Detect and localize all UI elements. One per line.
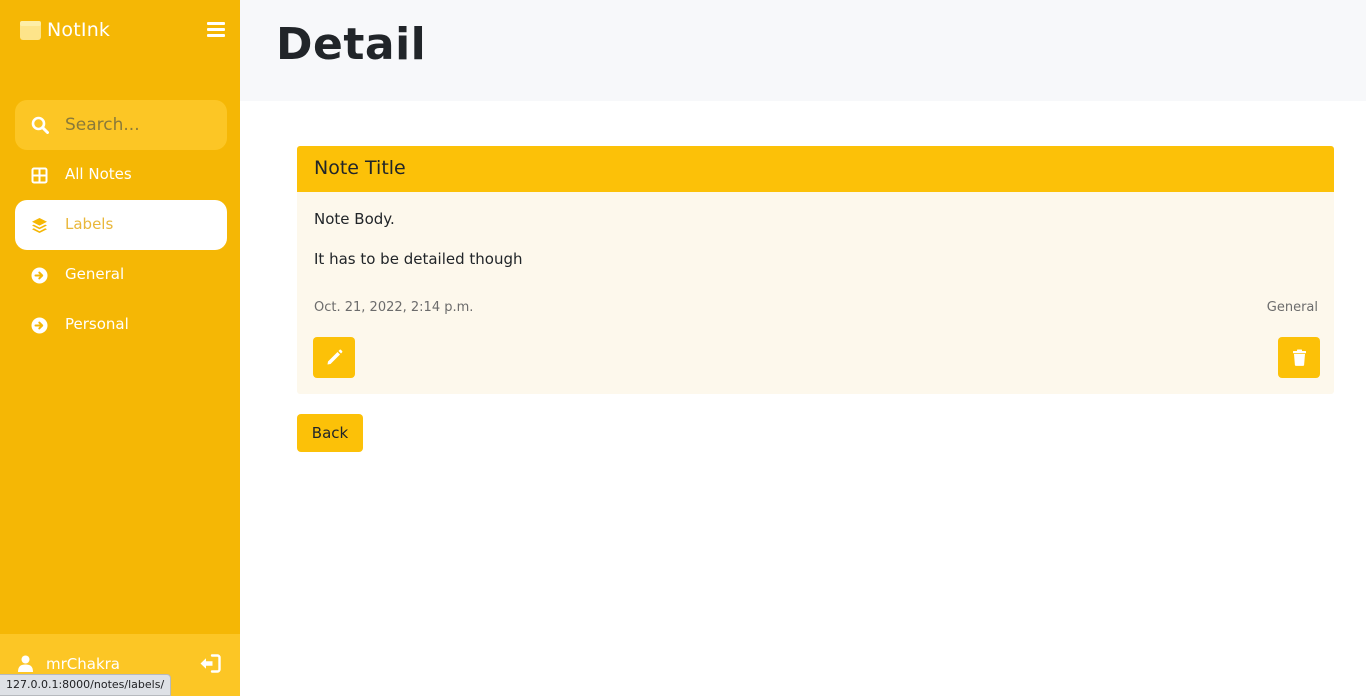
username: mrChakra [46, 655, 120, 673]
arrow-circle-right-icon [31, 317, 48, 334]
sidebar-item-label: Personal [65, 315, 129, 333]
delete-button[interactable] [1278, 337, 1320, 378]
search-input[interactable] [65, 100, 220, 150]
app-root: NotInk All Notes [0, 0, 1366, 696]
back-button[interactable]: Back [297, 414, 363, 452]
sidebar-item-label: Labels [65, 215, 114, 233]
search-box [15, 100, 227, 150]
hamburger-menu-icon[interactable] [207, 22, 225, 38]
note-date: Oct. 21, 2022, 2:14 p.m. [314, 300, 474, 315]
sidebar: NotInk All Notes [0, 0, 240, 696]
brand[interactable]: NotInk [20, 18, 110, 42]
sidebar-item-label: All Notes [65, 165, 132, 183]
page-header: Detail [240, 0, 1366, 101]
note-card-header: Note Title [297, 146, 1334, 192]
brand-name: NotInk [47, 19, 111, 41]
layers-icon [32, 218, 47, 233]
grid-icon [31, 167, 48, 184]
pencil-icon [327, 349, 342, 365]
sidebar-item-all-notes[interactable]: All Notes [15, 150, 227, 200]
status-bar-url: 127.0.0.1:8000/notes/labels/ [0, 674, 172, 696]
notebook-icon [20, 20, 41, 40]
page-title: Detail [276, 19, 427, 70]
search-icon [31, 116, 49, 134]
sidebar-item-labels[interactable]: Labels [15, 200, 227, 250]
note-title: Note Title [314, 157, 406, 179]
sidebar-item-personal[interactable]: Personal [15, 300, 227, 350]
logout-icon[interactable] [199, 654, 221, 673]
trash-icon [1292, 349, 1306, 366]
note-body-line: It has to be detailed though [314, 250, 523, 268]
sidebar-item-label: General [65, 265, 125, 283]
sidebar-item-general[interactable]: General [15, 250, 227, 300]
user-icon [18, 655, 33, 672]
note-label: General [1266, 300, 1318, 315]
edit-button[interactable] [313, 337, 355, 378]
note-body-line: Note Body. [314, 210, 395, 228]
note-card: Note Title Note Body. It has to be detai… [297, 146, 1334, 394]
arrow-circle-right-icon [31, 267, 48, 284]
